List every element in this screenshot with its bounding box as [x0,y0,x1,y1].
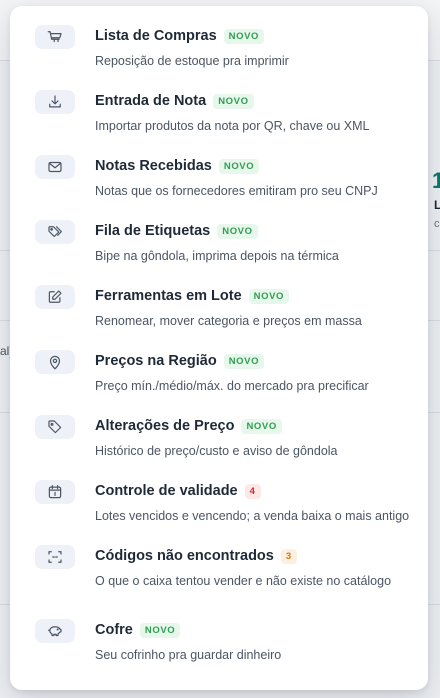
menu-item-notas-recebidas[interactable]: Notas Recebidas NOVO Notas que os fornec… [10,155,428,217]
menu-item-title-row: Ferramentas em Lote NOVO [95,288,290,304]
menu-item-description: Seu cofrinho pra guardar dinheiro [95,648,282,662]
mail-icon [35,155,75,179]
download-icon [35,90,75,114]
menu-item-description: Reposição de estoque pra imprimir [95,54,289,68]
calendar-icon [35,480,75,504]
menu-item-title-row: Lista de Compras NOVO [95,28,265,44]
menu-item-fila-de-etiquetas[interactable]: Fila de Etiquetas NOVO Bipe na gôndola, … [10,220,428,282]
menu-item-title-row: Códigos não encontrados 3 [95,548,297,564]
menu-item-title: Lista de Compras [95,28,217,44]
menu-item-description: Lotes vencidos e vencendo; a venda baixa… [95,509,410,523]
tags-icon [35,220,75,244]
new-badge: NOVO [223,28,265,44]
new-badge: NOVO [213,93,254,109]
menu-item-codigos-nao-encontrados[interactable]: Códigos não encontrados 3 O que o caixa … [10,545,428,607]
menu-item-cofre[interactable]: Cofre NOVO Seu cofrinho pra guardar dinh… [10,619,428,681]
menu-item-title: Fila de Etiquetas [95,223,211,239]
map-pin-icon [35,350,75,374]
menu-item-precos-na-regiao[interactable]: Preços na Região NOVO Preço mín./médio/m… [10,350,428,412]
menu-item-title-row: Notas Recebidas NOVO [95,158,260,174]
menu-item-description: Notas que os fornecedores emitiram pro s… [95,184,378,198]
menu-item-title: Cofre [95,622,133,638]
menu-item-title: Códigos não encontrados [95,548,274,564]
menu-item-title: Alterações de Preço [95,418,235,434]
new-badge: NOVO [223,353,265,369]
menu-item-description: O que o caixa tentou vender e não existe… [95,574,392,588]
menu-item-description: Renomear, mover categoria e preços em ma… [95,314,362,328]
backdrop-stat-label: L [434,198,440,212]
new-badge: NOVO [217,223,258,239]
new-badge: NOVO [218,158,260,174]
tools-dropdown-menu: Lista de Compras NOVO Reposição de estoq… [10,6,428,690]
menu-item-description: Bipe na gôndola, imprima depois na térmi… [95,249,339,263]
count-badge: 4 [244,483,261,499]
menu-item-title: Entrada de Nota [95,93,207,109]
new-badge: NOVO [139,622,181,638]
menu-item-title-row: Controle de validade 4 [95,483,261,499]
tag-icon [35,415,75,439]
menu-item-description: Preço mín./médio/máx. do mercado pra pre… [95,379,369,393]
new-badge: NOVO [248,288,290,304]
scan-icon [35,545,75,569]
menu-item-title: Controle de validade [95,483,238,499]
menu-item-title-row: Cofre NOVO [95,622,181,638]
menu-item-title: Ferramentas em Lote [95,288,242,304]
menu-item-title-row: Alterações de Preço NOVO [95,418,282,434]
new-badge: NOVO [241,418,282,434]
count-badge: 3 [280,548,297,564]
backdrop-stat-number: 1 [432,168,440,193]
menu-item-ferramentas-em-lote[interactable]: Ferramentas em Lote NOVO Renomear, mover… [10,285,428,347]
menu-item-title: Preços na Região [95,353,217,369]
piggy-bank-icon [35,619,75,643]
menu-item-title: Notas Recebidas [95,158,212,174]
menu-item-title-row: Entrada de Nota NOVO [95,93,254,109]
edit-icon [35,285,75,309]
menu-item-description: Histórico de preço/custo e aviso de gônd… [95,444,338,458]
menu-item-alteracoes-de-preco[interactable]: Alterações de Preço NOVO Histórico de pr… [10,415,428,477]
backdrop-stat-subtext: c [434,218,440,230]
menu-item-title-row: Preços na Região NOVO [95,353,265,369]
menu-item-description: Importar produtos da nota por QR, chave … [95,119,370,133]
menu-item-controle-de-validade[interactable]: Controle de validade 4 Lotes vencidos e … [10,480,428,542]
cart-icon [35,25,75,49]
menu-item-entrada-de-nota[interactable]: Entrada de Nota NOVO Importar produtos d… [10,90,428,152]
menu-item-lista-de-compras[interactable]: Lista de Compras NOVO Reposição de estoq… [10,25,428,87]
menu-item-title-row: Fila de Etiquetas NOVO [95,223,258,239]
